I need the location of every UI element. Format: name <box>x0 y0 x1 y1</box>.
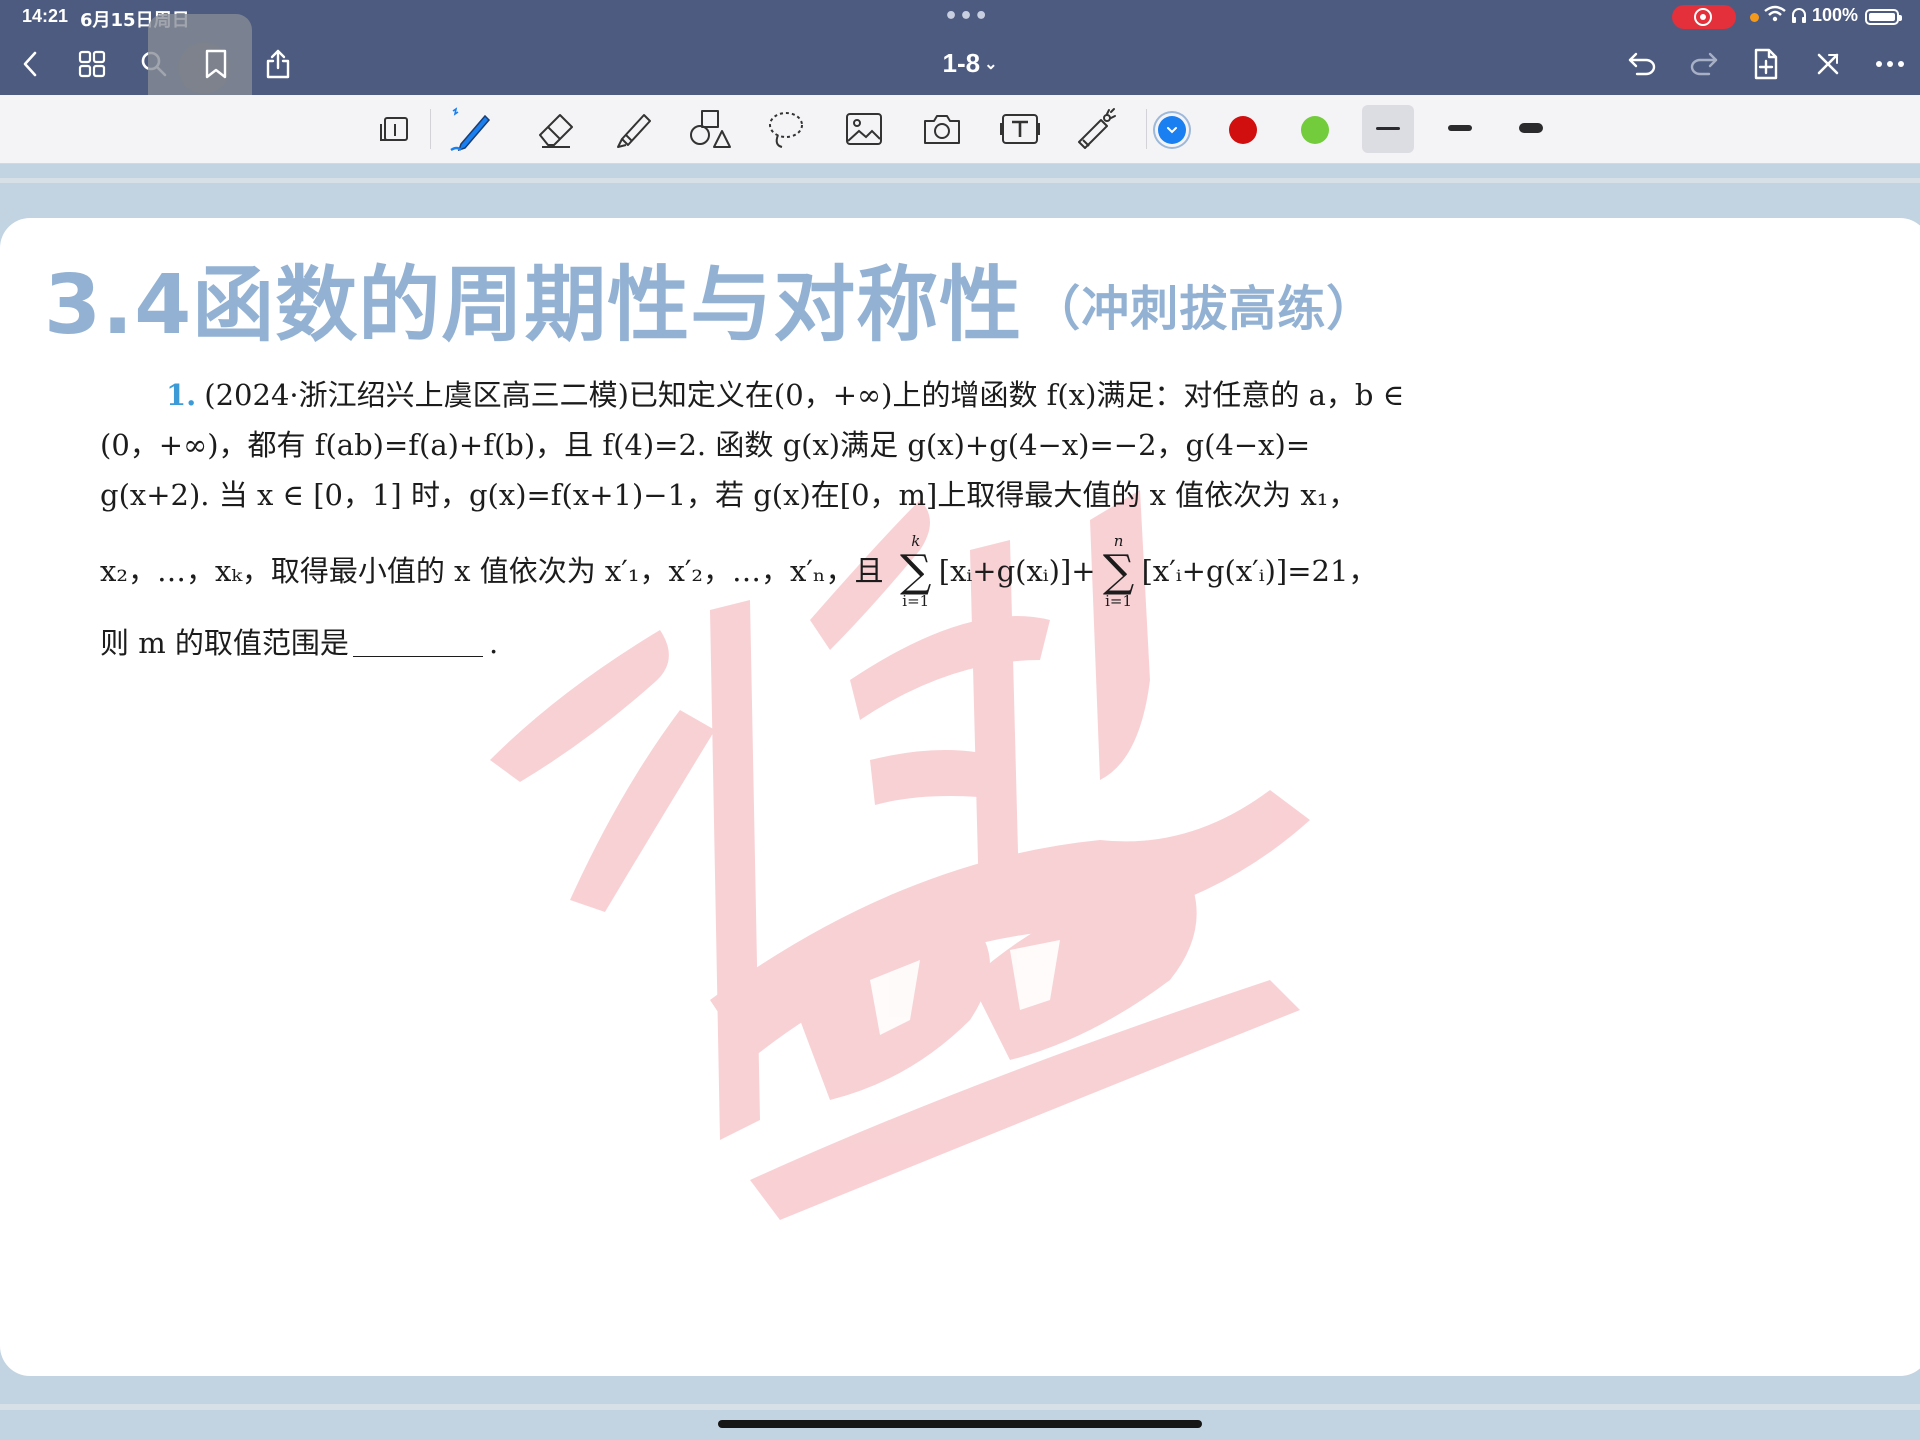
problem-line: 1. (2024·浙江绍兴上虞区高三二模)已知定义在(0，+∞)上的增函数 f(x… <box>100 370 1602 420</box>
share-icon[interactable] <box>258 44 298 84</box>
battery-percentage: 100% <box>1812 5 1859 25</box>
lesson-title-main: 3.4函数的周期性与对称性 <box>44 258 1023 353</box>
thickness-fine-line <box>1376 127 1400 130</box>
redo-icon[interactable] <box>1684 44 1724 84</box>
problem-text: . <box>488 626 499 660</box>
problem-number: 1. <box>166 378 197 412</box>
battery-icon <box>1865 9 1902 25</box>
page-gap-strip <box>0 178 1920 183</box>
toolbar-divider <box>430 109 431 149</box>
problem-line: g(x+2). 当 x ∈ [0，1] 时，g(x)=f(x+1)−1，若 g(… <box>100 478 1358 512</box>
color-swatch-green[interactable] <box>1301 116 1329 144</box>
bookmark-icon[interactable] <box>196 44 236 84</box>
toolbar-divider <box>1146 109 1147 149</box>
headphones-icon <box>1790 6 1808 28</box>
page-gap-strip <box>0 1404 1920 1410</box>
camera-icon[interactable] <box>918 105 966 153</box>
text-box-icon[interactable] <box>996 105 1044 153</box>
answer-blank[interactable] <box>352 622 483 657</box>
problem-line: x₂，…，xₖ，取得最小值的 x 值依次为 x′₁，x′₂，…，x′ₙ，且 k … <box>100 534 1602 612</box>
image-icon[interactable] <box>840 105 888 153</box>
document-title-dropdown[interactable]: 1-8 ⌄ <box>920 48 1020 79</box>
problem-line: 则 m 的取值范围是. <box>100 618 1602 668</box>
thickness-option-medium[interactable] <box>1448 125 1472 131</box>
problem-text: x₂，…，xₖ，取得最小值的 x 值依次为 x′₁，x′₂，…，x′ₙ，且 <box>100 554 884 588</box>
grid-icon[interactable] <box>72 44 112 84</box>
problem-line: (0，+∞)，都有 f(ab)=f(a)+f(b)，且 f(4)=2. 函数 g… <box>100 428 1311 462</box>
mic-in-use-indicator <box>1750 13 1759 22</box>
add-page-icon[interactable] <box>1746 44 1786 84</box>
lesson-title-sub: （冲刺拔高练） <box>1032 281 1376 337</box>
color-swatch-blue[interactable] <box>1158 116 1186 144</box>
color-swatch-red[interactable] <box>1229 116 1257 144</box>
lesson-title: 3.4函数的周期性与对称性 （冲刺拔高练） <box>44 238 1375 357</box>
drawing-toolbar <box>0 95 1920 164</box>
close-icon[interactable] <box>1808 44 1848 84</box>
reader-mode-icon[interactable] <box>370 105 418 153</box>
multitask-dots-icon[interactable]: ••• <box>944 4 989 29</box>
shapes-icon[interactable] <box>686 105 734 153</box>
chevron-down-icon: ⌄ <box>984 56 998 73</box>
status-time: 14:21 <box>22 6 69 26</box>
document-title: 1-8 <box>942 48 981 78</box>
summation-1: k ∑ i=1 <box>893 534 939 612</box>
lasso-icon[interactable] <box>762 105 810 153</box>
sum-symbol: ∑ <box>900 546 932 597</box>
problem-text: (2024·浙江绍兴上虞区高三二模)已知定义在(0，+∞)上的增函数 f(x)满… <box>204 378 1405 412</box>
problem-text: [x′ᵢ+g(x′ᵢ)]=21， <box>1141 554 1378 588</box>
top-navigation-bar: 14:21 6月15日周日 ••• 100% 1-8 ⌄ <box>0 0 1920 120</box>
thickness-option-bold[interactable] <box>1519 123 1543 133</box>
problem-text: [xᵢ+g(xᵢ)]+ <box>938 554 1096 588</box>
highlighter-icon[interactable] <box>608 105 656 153</box>
problem-text: 则 m 的取值范围是 <box>100 626 349 660</box>
eraser-icon[interactable] <box>532 105 580 153</box>
summation-2: n ∑ i=1 <box>1096 534 1142 612</box>
laser-pointer-icon[interactable] <box>1072 105 1120 153</box>
undo-icon[interactable] <box>1622 44 1662 84</box>
problem-1: 1. (2024·浙江绍兴上虞区高三二模)已知定义在(0，+∞)上的增函数 f(x… <box>100 370 1602 668</box>
home-indicator[interactable] <box>718 1420 1202 1428</box>
screen-recording-indicator[interactable] <box>1672 5 1736 29</box>
pen-icon[interactable] <box>446 105 494 153</box>
wifi-icon <box>1764 5 1786 28</box>
back-icon[interactable] <box>10 44 50 84</box>
sum-symbol: ∑ <box>1102 546 1135 597</box>
more-icon[interactable] <box>1870 44 1910 84</box>
